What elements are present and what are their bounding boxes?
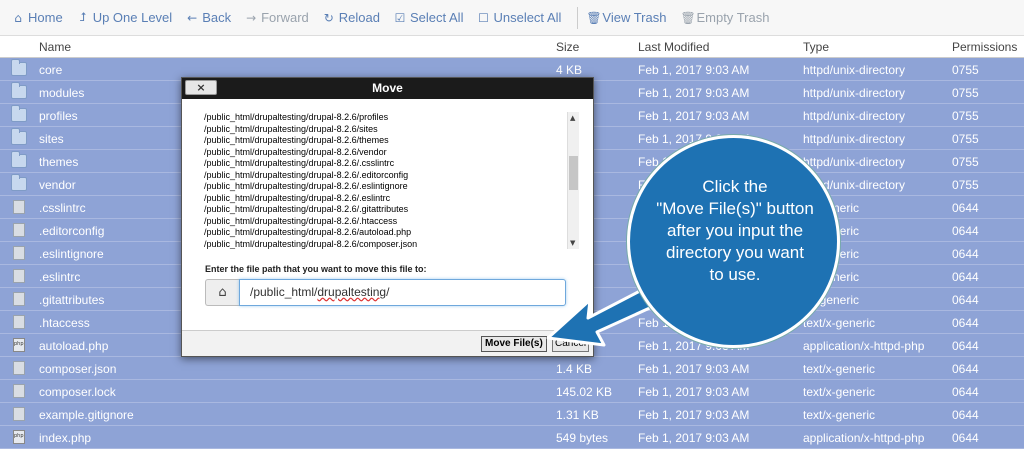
callout-line: "Move File(s)" button bbox=[656, 199, 814, 218]
callout-arrow bbox=[546, 276, 678, 347]
callout-line: Click the bbox=[702, 177, 768, 196]
callout-line: to use. bbox=[709, 265, 761, 284]
callout-line: directory you want bbox=[666, 243, 804, 262]
callout-line: after you input the bbox=[666, 221, 804, 240]
callout-text: Click the "Move File(s)" button after you … bbox=[640, 176, 830, 286]
